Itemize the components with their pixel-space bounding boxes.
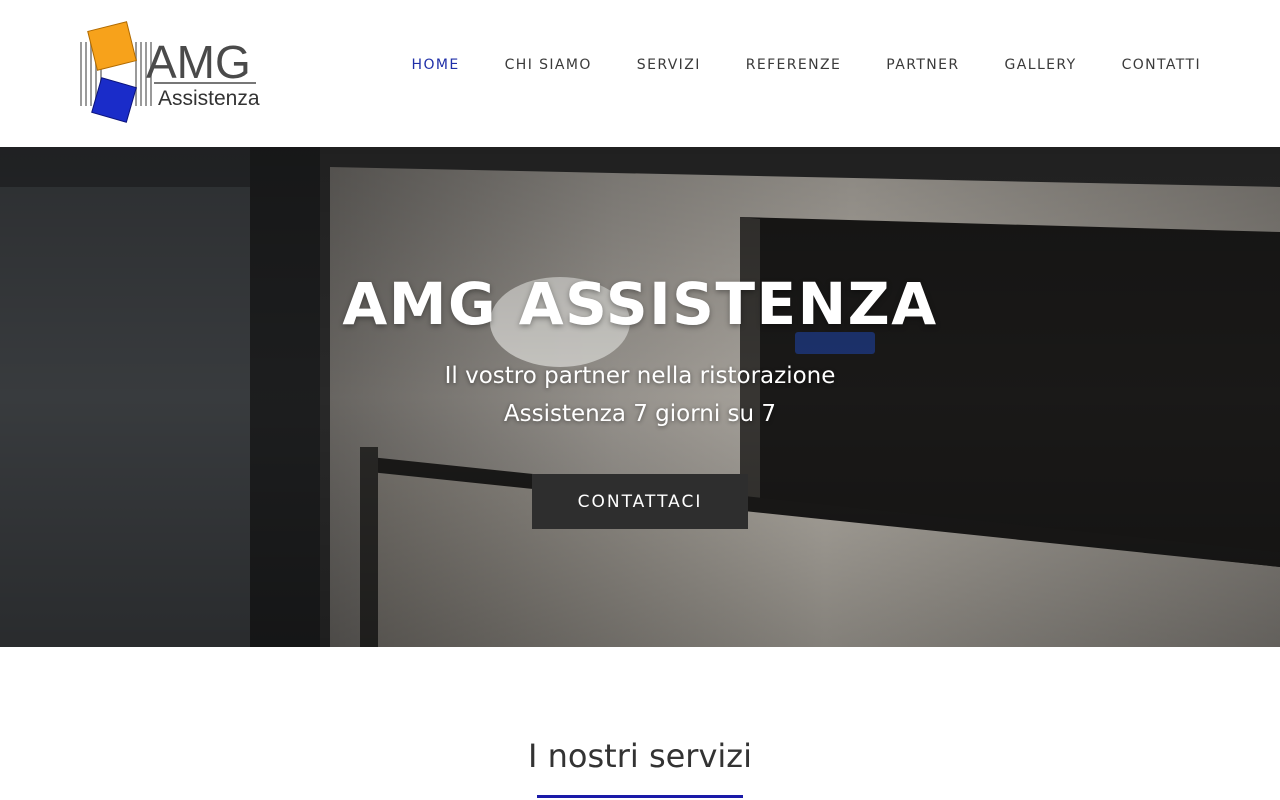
nav-item-gallery[interactable]: GALLERY <box>1005 54 1077 76</box>
nav-item-partner[interactable]: PARTNER <box>886 54 959 76</box>
nav-item-referenze[interactable]: REFERENZE <box>746 54 842 76</box>
site-header: AMG Assistenza HOME CHI SIAMO SERVIZI REFER… <box>0 0 1280 147</box>
nav-item-home[interactable]: HOME <box>412 54 460 76</box>
contact-us-button[interactable]: CONTATTACI <box>532 474 748 529</box>
hero-subtitle-line1: Il vostro partner nella ristorazione <box>444 363 836 389</box>
nav-item-chi-siamo[interactable]: CHI SIAMO <box>505 54 592 76</box>
services-section-title: I nostri servizi <box>528 737 752 775</box>
amg-assistenza-logo[interactable]: AMG Assistenza <box>80 20 260 128</box>
services-title-underline <box>537 795 743 798</box>
logo-subtitle: Assistenza <box>158 87 260 110</box>
hero-content: AMG ASSISTENZA Il vostro partner nella r… <box>0 147 1280 647</box>
logo-wordmark: AMG <box>146 36 251 88</box>
hero-banner: AMG ASSISTENZA Il vostro partner nella r… <box>0 147 1280 647</box>
main-navigation: HOME CHI SIAMO SERVIZI REFERENZE PARTNER GALL… <box>412 54 1201 76</box>
nav-item-contatti[interactable]: CONTATTI <box>1122 54 1201 76</box>
nav-item-servizi[interactable]: SERVIZI <box>637 54 701 76</box>
logo-graphic: AMG Assistenza <box>80 21 260 123</box>
hero-title: AMG ASSISTENZA <box>342 270 938 338</box>
hero-subtitle-line2: Assistenza 7 giorni su 7 <box>503 401 777 427</box>
